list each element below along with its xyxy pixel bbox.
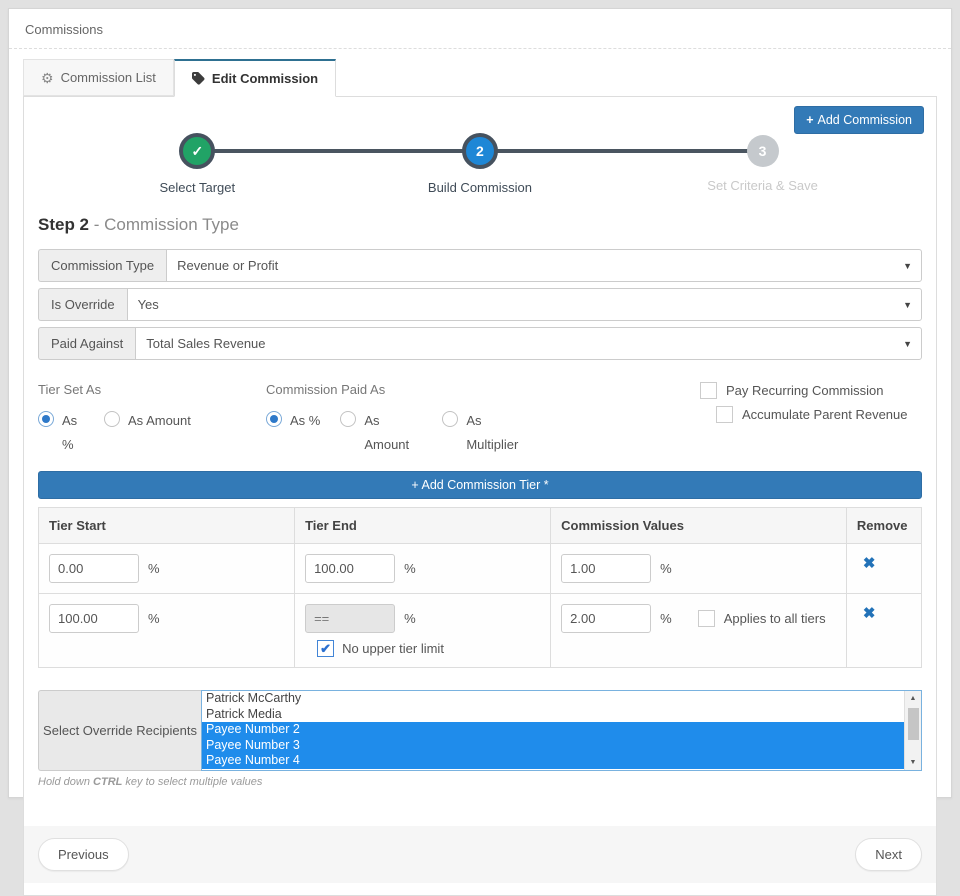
checkbox-accumulate-parent[interactable]: Accumulate Parent Revenue	[716, 406, 922, 423]
step-select-target[interactable]: ✓ Select Target	[56, 133, 339, 195]
step-2-circle: 2	[461, 133, 498, 169]
tier-end-input-1[interactable]	[305, 554, 396, 583]
is-override-label: Is Override	[38, 288, 127, 321]
commission-type-label: Commission Type	[38, 249, 167, 282]
tier-start-header: Tier Start	[37, 507, 296, 544]
scrollbar[interactable]: ▲ ▼	[904, 691, 921, 770]
tier-start-input-1[interactable]	[49, 554, 139, 583]
checkbox-unchecked-icon	[716, 406, 733, 423]
recipient-option[interactable]: Payee Number 3	[202, 737, 904, 753]
step-heading: Step 2 - Commission Type	[38, 215, 239, 234]
radio-tier-as-amount[interactable]: As Amount	[104, 409, 191, 457]
recipient-option[interactable]: Patrick Media	[202, 707, 904, 723]
recipient-option[interactable]: Payee Number 4	[202, 753, 904, 769]
previous-button[interactable]: Previous	[38, 838, 129, 871]
tab-edit-commission[interactable]: Edit Commission	[173, 59, 337, 97]
percent-suffix: %	[660, 611, 672, 626]
remove-tier-button-1[interactable]: ✖	[857, 554, 911, 572]
tab-commission-list[interactable]: ⚙ Commission List	[23, 59, 174, 96]
recipient-option[interactable]: Payee Number 2	[202, 722, 904, 738]
applies-to-all-tiers-checkbox[interactable]: Applies to all tiers	[697, 610, 826, 627]
tier-set-as-label: Tier Set As	[38, 382, 102, 397]
commission-paid-as-label: Commission Paid As	[266, 382, 386, 397]
scrollbar-thumb[interactable]	[907, 708, 919, 740]
remove-header: Remove	[845, 507, 923, 544]
radio-paid-as-multiplier[interactable]: As Multiplier	[442, 409, 524, 457]
percent-suffix: %	[148, 611, 160, 626]
scroll-down-icon[interactable]: ▼	[905, 755, 921, 770]
override-recipients-group: Select Override Recipients Patrick McCar…	[38, 690, 922, 771]
plus-icon: +	[411, 478, 422, 492]
page-title: Commissions	[9, 9, 951, 49]
override-recipients-select[interactable]: Patrick McCarthy Patrick Media Payee Num…	[201, 690, 922, 771]
step-1-circle: ✓	[179, 133, 216, 169]
chevron-down-icon: ▼	[903, 299, 912, 310]
commission-type-select[interactable]: Revenue or Profit ▼	[166, 249, 922, 282]
step-2-label: Build Commission	[427, 180, 532, 195]
wizard-stepper: ✓ Select Target 2 Build Commission 3 Set…	[56, 133, 904, 195]
tier-row-1: % % %	[37, 543, 923, 594]
chevron-down-icon: ▼	[903, 338, 912, 349]
recipient-option[interactable]: Patrick McCarthy	[202, 691, 904, 707]
percent-suffix: %	[148, 561, 160, 576]
radio-unselected-icon	[442, 411, 459, 427]
tier-end-input-2	[305, 604, 396, 633]
tier-end-header: Tier End	[294, 507, 552, 544]
no-upper-tier-limit-checkbox[interactable]: ✔ No upper tier limit	[317, 640, 540, 657]
is-override-select[interactable]: Yes ▼	[126, 288, 922, 321]
step-3-circle: 3	[746, 135, 779, 167]
edit-commission-pane: + Add Commission ✓ Select Target 2 Build …	[23, 96, 937, 896]
tier-start-input-2[interactable]	[49, 604, 139, 633]
tab-bar: ⚙ Commission List Edit Commission	[23, 59, 937, 97]
commission-value-input-2[interactable]	[561, 604, 652, 633]
recipient-option[interactable]: Payee Number 5	[202, 769, 904, 771]
tab-edit-commission-label: Edit Commission	[211, 71, 319, 86]
chevron-down-icon: ▼	[903, 260, 912, 271]
paid-against-label: Paid Against	[38, 327, 136, 360]
checkbox-checked-icon: ✔	[317, 640, 335, 657]
tab-commission-list-label: Commission List	[60, 70, 156, 85]
tier-row-2: % % ✔ No upper tier limit	[37, 593, 923, 668]
percent-suffix: %	[660, 561, 672, 576]
checkbox-unchecked-icon	[697, 610, 715, 627]
commission-value-input-1[interactable]	[561, 554, 652, 583]
scroll-up-icon[interactable]: ▲	[905, 691, 921, 706]
radio-unselected-icon	[340, 411, 357, 427]
percent-suffix: %	[404, 611, 416, 626]
wizard-footer: Previous Next	[24, 826, 936, 883]
step-1-label: Select Target	[159, 180, 236, 195]
radio-selected-icon	[266, 411, 282, 427]
ctrl-hint: Hold down CTRL key to select multiple va…	[38, 776, 263, 788]
step-set-criteria[interactable]: 3 Set Criteria & Save	[621, 133, 904, 195]
paid-against-select[interactable]: Total Sales Revenue ▼	[135, 327, 922, 360]
tier-table-header-row: Tier Start Tier End Commission Values Re…	[37, 507, 923, 544]
add-commission-tier-button[interactable]: + Add Commission Tier *	[38, 471, 922, 499]
commission-type-group: Commission Type Revenue or Profit ▼	[38, 249, 922, 282]
radio-paid-as-percent[interactable]: As %	[266, 409, 320, 457]
override-recipients-label: Select Override Recipients	[38, 690, 201, 771]
next-button[interactable]: Next	[855, 838, 922, 871]
remove-tier-button-2[interactable]: ✖	[857, 604, 911, 622]
step-3-label: Set Criteria & Save	[707, 178, 818, 193]
plus-icon: +	[806, 113, 814, 127]
options-row: Tier Set As As % As Amount Commission Pa	[38, 382, 922, 457]
checkbox-unchecked-icon	[700, 382, 717, 399]
is-override-group: Is Override Yes ▼	[38, 288, 922, 321]
radio-unselected-icon	[104, 411, 120, 427]
radio-selected-icon	[38, 411, 54, 427]
paid-against-group: Paid Against Total Sales Revenue ▼	[38, 327, 922, 360]
radio-paid-as-amount[interactable]: As Amount	[340, 409, 422, 457]
commission-values-header: Commission Values	[550, 507, 847, 544]
radio-tier-as-percent[interactable]: As %	[38, 409, 84, 457]
percent-suffix: %	[404, 561, 416, 576]
tier-table: Tier Start Tier End Commission Values Re…	[37, 507, 923, 668]
gears-icon: ⚙	[41, 69, 54, 86]
commissions-panel: Commissions ⚙ Commission List Edit Commi…	[8, 8, 952, 896]
tag-icon	[191, 72, 205, 85]
step-build-commission[interactable]: 2 Build Commission	[339, 133, 622, 195]
add-commission-button[interactable]: + Add Commission	[794, 106, 924, 134]
check-icon: ✓	[191, 142, 204, 159]
checkbox-pay-recurring[interactable]: Pay Recurring Commission	[700, 382, 922, 399]
